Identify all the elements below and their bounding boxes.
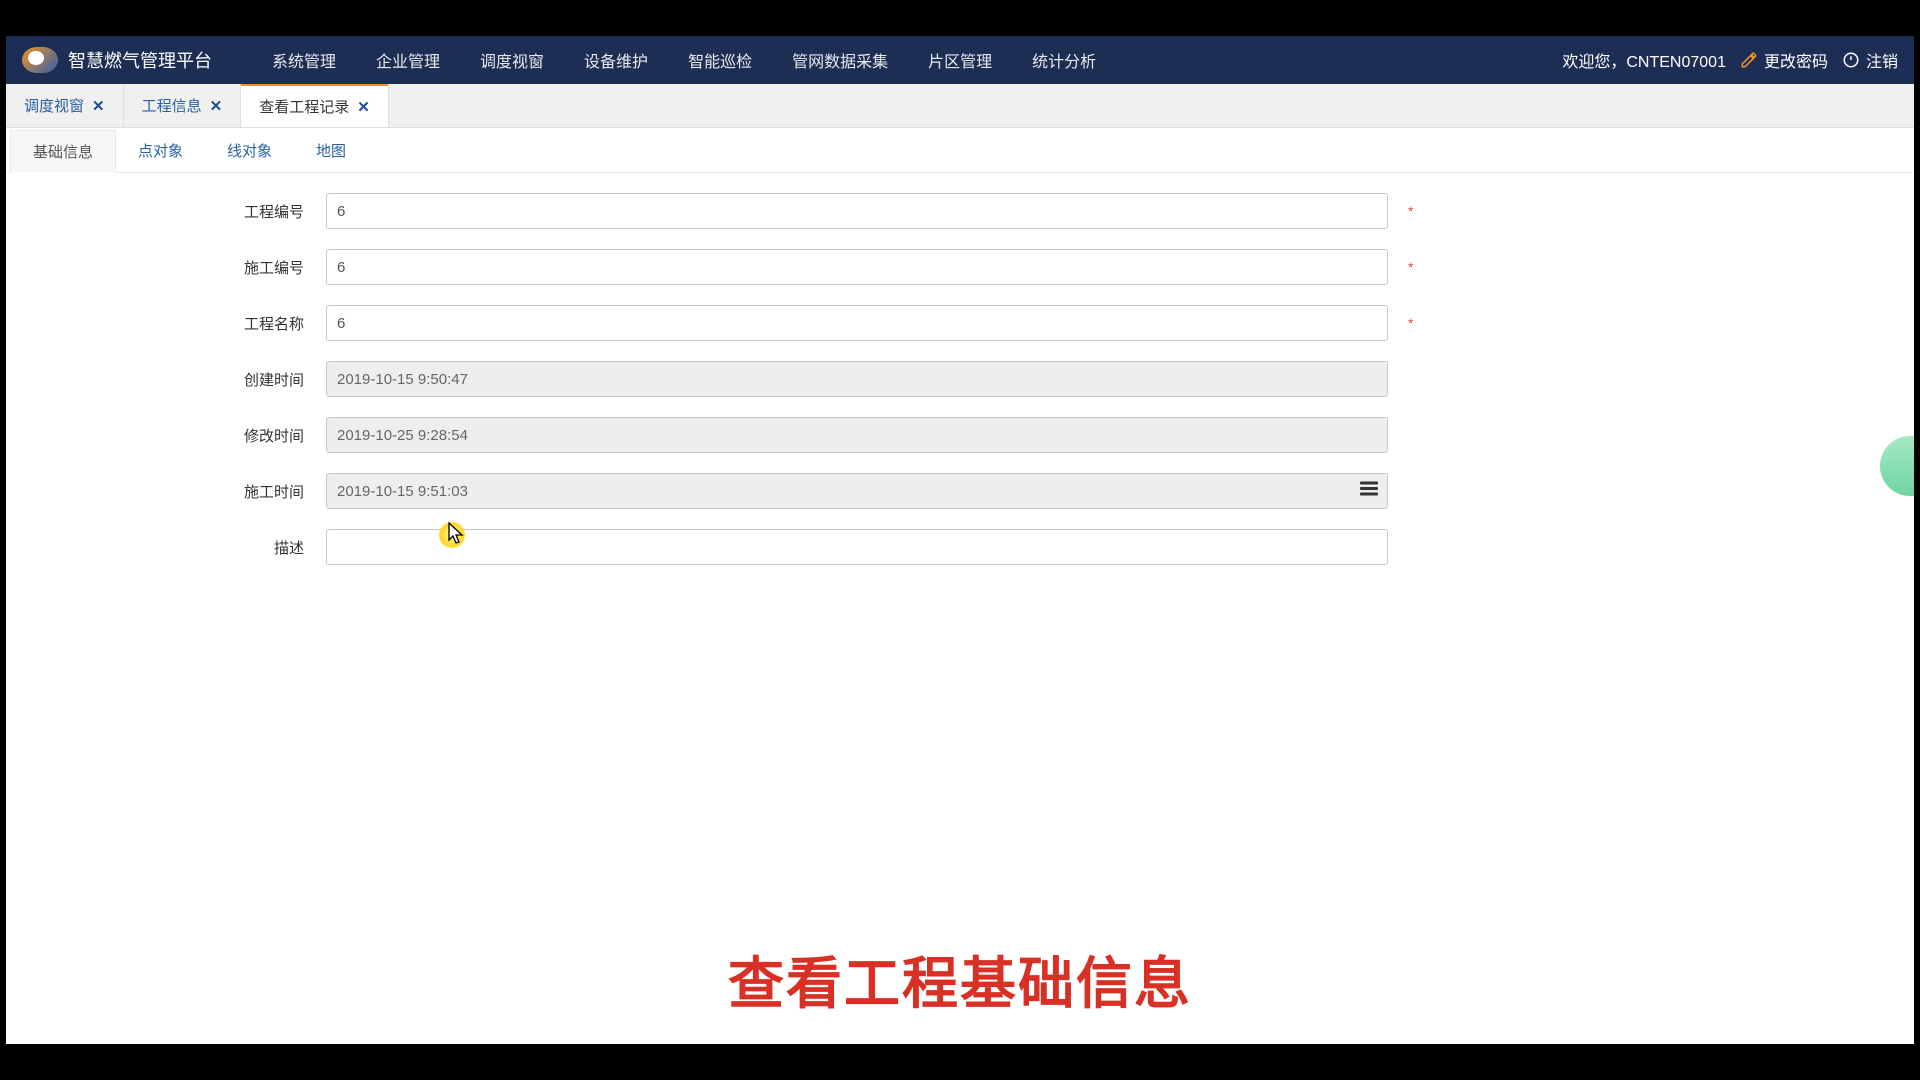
close-icon[interactable]: ✕ bbox=[357, 98, 370, 116]
nav-area[interactable]: 片区管理 bbox=[928, 48, 992, 72]
nav-equipment[interactable]: 设备维护 bbox=[584, 48, 648, 72]
logo-icon bbox=[22, 47, 58, 73]
label-description: 描述 bbox=[46, 537, 326, 558]
change-password-button[interactable]: 更改密码 bbox=[1740, 48, 1828, 72]
label-work-time: 施工时间 bbox=[46, 481, 326, 502]
subtab-basic-info[interactable]: 基础信息 bbox=[10, 130, 116, 173]
form-basic-info: 工程编号 * 施工编号 * 工程名称 * 创建时间 修改时间 施工时间 bbox=[6, 173, 1914, 1044]
tab-label: 工程信息 bbox=[142, 95, 202, 116]
sub-tabs: 基础信息 点对象 线对象 地图 bbox=[6, 128, 1914, 173]
user-area: 欢迎您，CNTEN07001 更改密码 注销 bbox=[1562, 48, 1898, 72]
input-project-code[interactable] bbox=[326, 193, 1388, 229]
app-header: 智慧燃气管理平台 系统管理 企业管理 调度视窗 设备维护 智能巡检 管网数据采集… bbox=[6, 36, 1914, 84]
edit-icon bbox=[1740, 51, 1758, 69]
nav-system[interactable]: 系统管理 bbox=[272, 48, 336, 72]
welcome-text: 欢迎您，CNTEN07001 bbox=[1562, 48, 1726, 72]
subtab-line-object[interactable]: 线对象 bbox=[205, 130, 294, 172]
app-title: 智慧燃气管理平台 bbox=[68, 47, 212, 73]
label-work-code: 施工编号 bbox=[46, 257, 326, 278]
logo-area: 智慧燃气管理平台 bbox=[22, 47, 212, 73]
required-icon: * bbox=[1408, 259, 1413, 275]
change-password-label: 更改密码 bbox=[1764, 48, 1828, 72]
nav-pipe-data[interactable]: 管网数据采集 bbox=[792, 48, 888, 72]
logout-icon bbox=[1842, 51, 1860, 69]
input-created-time bbox=[326, 361, 1388, 397]
nav-stats[interactable]: 统计分析 bbox=[1032, 48, 1096, 72]
close-icon[interactable]: ✕ bbox=[92, 97, 105, 115]
logout-label: 注销 bbox=[1866, 48, 1898, 72]
input-work-time[interactable] bbox=[326, 473, 1388, 509]
nav-enterprise[interactable]: 企业管理 bbox=[376, 48, 440, 72]
input-work-code[interactable] bbox=[326, 249, 1388, 285]
input-project-name[interactable] bbox=[326, 305, 1388, 341]
main-tabs: 调度视窗 ✕ 工程信息 ✕ 查看工程记录 ✕ bbox=[6, 84, 1914, 128]
subtab-point-object[interactable]: 点对象 bbox=[116, 130, 205, 172]
main-nav: 系统管理 企业管理 调度视窗 设备维护 智能巡检 管网数据采集 片区管理 统计分… bbox=[272, 48, 1096, 72]
close-icon[interactable]: ✕ bbox=[210, 97, 223, 115]
required-icon: * bbox=[1408, 203, 1413, 219]
logout-button[interactable]: 注销 bbox=[1842, 48, 1898, 72]
input-modified-time bbox=[326, 417, 1388, 453]
nav-inspection[interactable]: 智能巡检 bbox=[688, 48, 752, 72]
label-project-code: 工程编号 bbox=[46, 201, 326, 222]
label-modified-time: 修改时间 bbox=[46, 425, 326, 446]
tab-label: 调度视窗 bbox=[24, 95, 84, 116]
required-icon: * bbox=[1408, 315, 1413, 331]
tab-view-project-record[interactable]: 查看工程记录 ✕ bbox=[241, 83, 389, 127]
label-project-name: 工程名称 bbox=[46, 313, 326, 334]
datetime-picker-icon[interactable] bbox=[1360, 481, 1378, 502]
subtab-map[interactable]: 地图 bbox=[294, 130, 368, 172]
tab-dispatch[interactable]: 调度视窗 ✕ bbox=[6, 84, 124, 127]
tab-project-info[interactable]: 工程信息 ✕ bbox=[124, 84, 242, 127]
input-description[interactable] bbox=[326, 529, 1388, 565]
video-caption: 查看工程基础信息 bbox=[728, 939, 1192, 1020]
nav-dispatch[interactable]: 调度视窗 bbox=[480, 48, 544, 72]
label-created-time: 创建时间 bbox=[46, 369, 326, 390]
tab-label: 查看工程记录 bbox=[259, 96, 349, 117]
